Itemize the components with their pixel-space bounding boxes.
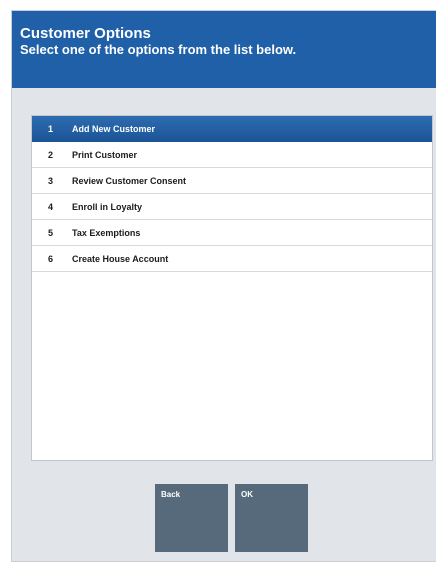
option-label: Enroll in Loyalty	[72, 202, 143, 212]
option-enroll-in-loyalty[interactable]: 4 Enroll in Loyalty	[32, 194, 432, 220]
option-label: Review Customer Consent	[72, 176, 187, 186]
option-review-customer-consent[interactable]: 3 Review Customer Consent	[32, 168, 432, 194]
customer-options-dialog: Customer Options Select one of the optio…	[11, 10, 436, 562]
ok-button[interactable]: OK	[235, 484, 308, 552]
option-create-house-account[interactable]: 6 Create House Account	[32, 246, 432, 272]
option-label: Tax Exemptions	[72, 228, 141, 238]
option-number: 1	[48, 124, 54, 134]
dialog-title: Customer Options	[20, 25, 151, 42]
option-print-customer[interactable]: 2 Print Customer	[32, 142, 432, 168]
option-number: 3	[48, 176, 54, 186]
options-list: 1 Add New Customer 2 Print Customer 3 Re…	[31, 115, 433, 461]
option-number: 4	[48, 202, 54, 212]
option-tax-exemptions[interactable]: 5 Tax Exemptions	[32, 220, 432, 246]
option-label: Print Customer	[72, 150, 138, 160]
option-label: Add New Customer	[72, 124, 156, 134]
option-number: 5	[48, 228, 54, 238]
option-number: 6	[48, 254, 54, 264]
back-button[interactable]: Back	[155, 484, 228, 552]
dialog-header: Customer Options Select one of the optio…	[12, 11, 436, 88]
option-label: Create House Account	[72, 254, 169, 264]
option-number: 2	[48, 150, 54, 160]
option-add-new-customer[interactable]: 1 Add New Customer	[32, 116, 432, 142]
dialog-subtitle: Select one of the options from the list …	[20, 42, 297, 57]
